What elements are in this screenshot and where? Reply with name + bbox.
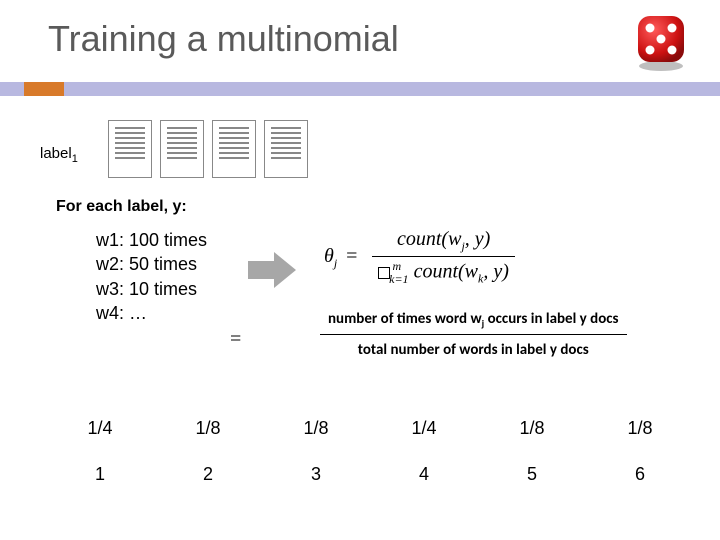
accent-bar [0, 82, 720, 96]
die-faces-row: 1 2 3 4 5 6 [70, 464, 670, 485]
probability-row: 1/4 1/8 1/8 1/4 1/8 1/8 [70, 418, 670, 439]
prob-1: 1/4 [70, 418, 130, 439]
dice-icon [630, 10, 692, 72]
prob-5: 1/8 [502, 418, 562, 439]
count-w1: w1: 100 times [96, 228, 207, 252]
arrow-right-icon [248, 252, 298, 288]
prob-6: 1/8 [610, 418, 670, 439]
equals-sign: = [230, 328, 241, 351]
theta-formula: θj = count(wj, y) mk=1 count(wk, y) [324, 228, 515, 287]
doc-icon [212, 120, 256, 178]
face-1: 1 [70, 464, 130, 485]
face-2: 2 [178, 464, 238, 485]
document-icons [108, 120, 308, 178]
count-w4: w4: … [96, 301, 207, 325]
doc-icon [108, 120, 152, 178]
face-6: 6 [610, 464, 670, 485]
prob-2: 1/8 [178, 418, 238, 439]
prob-3: 1/8 [286, 418, 346, 439]
face-5: 5 [502, 464, 562, 485]
doc-icon [160, 120, 204, 178]
count-w2: w2: 50 times [96, 252, 207, 276]
face-4: 4 [394, 464, 454, 485]
foreach-label: For each label, y: [56, 198, 187, 216]
explanation-fraction: number of times word wj occurs in label … [320, 310, 627, 359]
prob-4: 1/4 [394, 418, 454, 439]
label-text: label1 [40, 145, 78, 165]
doc-icon [264, 120, 308, 178]
face-3: 3 [286, 464, 346, 485]
slide-title: Training a multinomial [0, 0, 720, 60]
word-counts: w1: 100 times w2: 50 times w3: 10 times … [96, 228, 207, 325]
count-w3: w3: 10 times [96, 277, 207, 301]
